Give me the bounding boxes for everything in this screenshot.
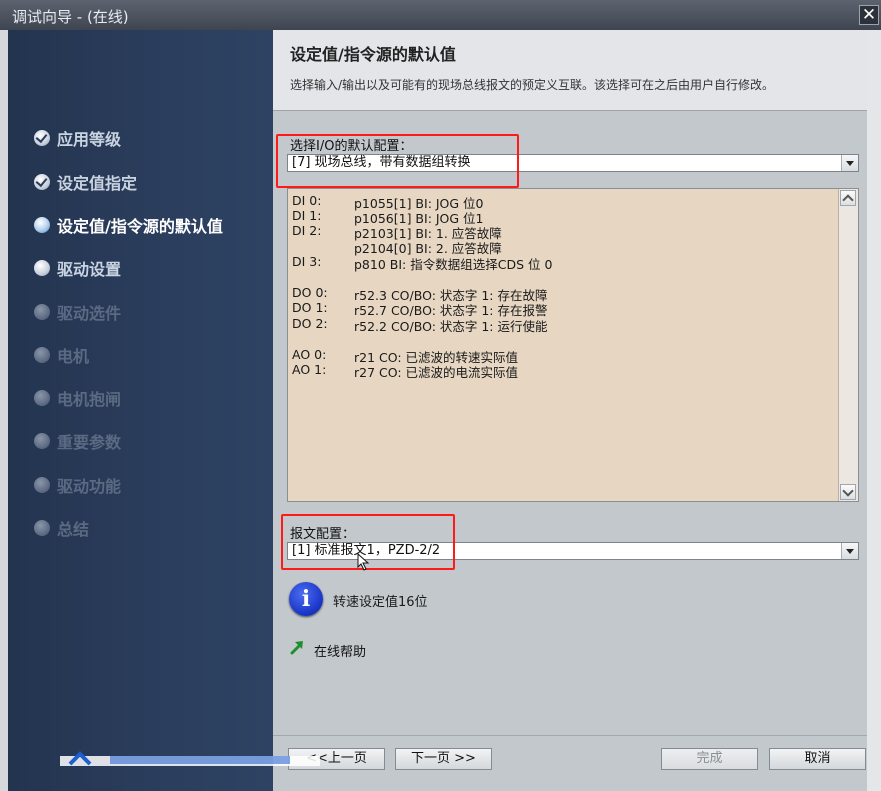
nav-item-setpoint-defaults[interactable]: 设定值/指令源的默认值: [34, 213, 223, 237]
nav-item-label: 总结: [57, 520, 90, 539]
info-icon: i: [289, 582, 323, 616]
next-page-button[interactable]: 下一页 >>: [395, 748, 492, 770]
nav-item-label: 驱动设置: [57, 260, 122, 279]
info-text: 转速设定值16位: [333, 595, 428, 610]
nav-item-label: 电机: [57, 347, 90, 366]
step-bullet-icon: [34, 433, 50, 449]
io-mapping-textbox[interactable]: DI 0: p1055[1] BI: JOG 位0 DI 1: p1056[1] B…: [287, 188, 859, 502]
highlight-box-io: [276, 134, 519, 188]
finish-button[interactable]: 完成: [661, 748, 758, 770]
scroll-up-icon[interactable]: [840, 190, 856, 206]
check-icon: [34, 174, 50, 190]
page-header: 设定值/指令源的默认值 选择输入/输出以及可能有的现场总线报文的预定义互联。该选…: [273, 30, 867, 111]
nav-item-motor-brake: 电机抱闸: [34, 386, 121, 410]
nav-item-label: 驱动选件: [57, 304, 122, 323]
nav-item-setpoint-spec[interactable]: 设定值指定: [34, 170, 137, 194]
nav-item-label: 设定值指定: [57, 174, 138, 193]
nav-item-motor: 电机: [34, 343, 89, 367]
io-scrollbar[interactable]: [838, 189, 858, 501]
step-bullet-icon: [34, 390, 50, 406]
chevron-down-icon[interactable]: [841, 155, 858, 171]
nav-item-label: 重要参数: [57, 433, 122, 452]
nav-item-label: 电机抱闸: [57, 390, 122, 409]
step-bullet-icon: [34, 347, 50, 363]
nav-item-label: 驱动功能: [57, 477, 122, 496]
watermark-logo-icon: [60, 751, 320, 766]
nav-item-summary: 总结: [34, 516, 89, 540]
step-bullet-icon: [34, 304, 50, 320]
scroll-down-icon[interactable]: [840, 484, 856, 500]
page-description: 选择输入/输出以及可能有的现场总线报文的预定义互联。该选择可在之后由用户自行修改…: [290, 78, 775, 92]
wizard-sidebar: 应用等级 设定值指定 设定值/指令源的默认值 驱动设置 驱动选件 电机 电机抱闸…: [8, 30, 273, 791]
footer-divider: [273, 735, 867, 736]
nav-item-drive-settings[interactable]: 驱动设置: [34, 256, 121, 280]
page-title: 设定值/指令源的默认值: [290, 45, 456, 64]
chevron-down-icon[interactable]: [841, 543, 858, 559]
left-edge: [0, 30, 8, 791]
close-button[interactable]: ✕: [859, 5, 879, 25]
nav-item-drive-functions: 驱动功能: [34, 473, 121, 497]
nav-item-important-params: 重要参数: [34, 429, 121, 453]
window-titlebar: 调试向导 - (在线) ✕: [0, 0, 881, 30]
wizard-main-panel: 设定值/指令源的默认值 选择输入/输出以及可能有的现场总线报文的预定义互联。该选…: [273, 30, 867, 791]
step-bullet-icon: [34, 520, 50, 536]
nav-item-label: 应用等级: [57, 130, 122, 149]
step-bullet-icon: [34, 260, 50, 276]
cancel-button[interactable]: 取消: [769, 748, 866, 770]
online-help-link[interactable]: 在线帮助: [314, 641, 366, 660]
check-icon: [34, 130, 50, 146]
mouse-cursor-icon: [357, 553, 370, 571]
nav-item-drive-options: 驱动选件: [34, 300, 121, 324]
nav-item-application-level[interactable]: 应用等级: [34, 126, 121, 150]
window-title: 调试向导 - (在线): [12, 8, 129, 26]
step-bullet-icon: [34, 477, 50, 493]
current-step-icon: [34, 217, 50, 233]
right-edge: [867, 30, 881, 791]
green-arrow-icon[interactable]: [289, 639, 305, 655]
nav-item-label: 设定值/指令源的默认值: [57, 217, 223, 236]
